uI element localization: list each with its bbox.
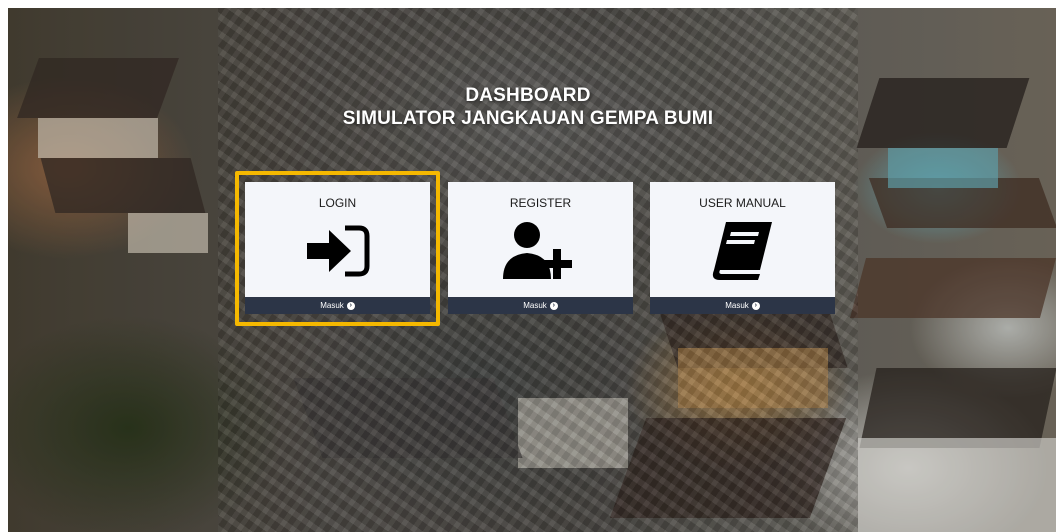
dashboard-subtitle: SIMULATOR JANGKAUAN GEMPA BUMI: [342, 108, 714, 129]
arrow-circle-right-icon: ›: [751, 301, 760, 310]
user-plus-icon: [448, 220, 633, 282]
register-footer-label: Masuk: [523, 301, 547, 310]
book-icon: [650, 220, 835, 282]
register-card-footer[interactable]: Masuk ›: [448, 297, 633, 314]
login-card-footer[interactable]: Masuk ›: [245, 297, 430, 314]
dashboard-title: DASHBOARD: [465, 85, 591, 106]
sign-in-icon: [245, 220, 430, 282]
user-manual-footer-label: Masuk: [725, 301, 749, 310]
login-footer-label: Masuk: [320, 301, 344, 310]
user-manual-card[interactable]: USER MANUAL Masuk ›: [650, 182, 835, 314]
arrow-circle-right-icon: ›: [346, 301, 355, 310]
arrow-circle-right-icon: ›: [549, 301, 558, 310]
login-card[interactable]: LOGIN Masuk ›: [245, 182, 430, 314]
user-manual-card-title: USER MANUAL: [699, 196, 786, 210]
register-card[interactable]: REGISTER Masuk ›: [448, 182, 633, 314]
user-manual-card-footer[interactable]: Masuk ›: [650, 297, 835, 314]
register-card-title: REGISTER: [509, 196, 572, 210]
login-card-title: LOGIN: [318, 196, 357, 210]
